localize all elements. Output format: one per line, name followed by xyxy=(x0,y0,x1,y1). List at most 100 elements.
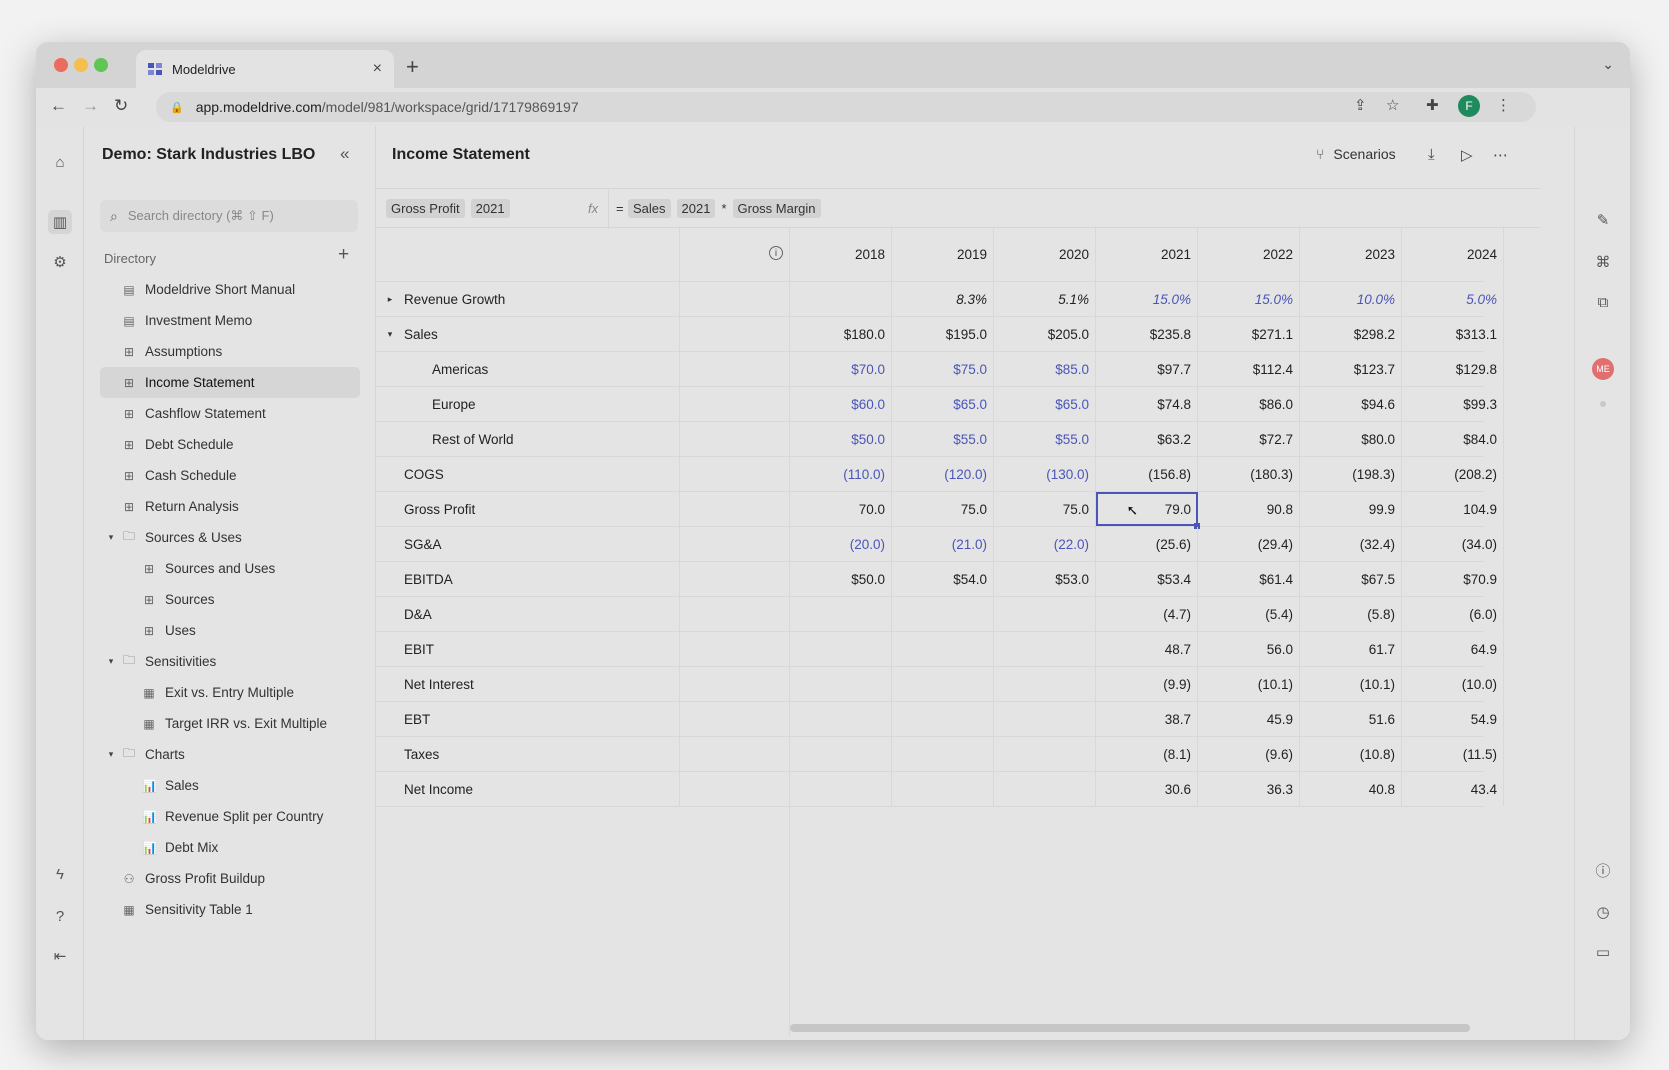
info-icon[interactable]: i xyxy=(769,246,783,260)
selected-value-cell[interactable]: 79.0 ➚ xyxy=(1096,492,1200,529)
value-cell[interactable]: $75.0 xyxy=(892,352,994,386)
value-cell[interactable]: (198.3) xyxy=(1300,457,1402,491)
value-cell[interactable]: $97.7 xyxy=(1096,352,1198,386)
value-cell[interactable] xyxy=(892,702,994,736)
value-cell[interactable]: (11.5) xyxy=(1402,737,1504,771)
year-header-cell[interactable]: 2019 xyxy=(892,228,994,281)
value-cell[interactable]: 5.1% xyxy=(994,282,1096,316)
value-cell[interactable]: $50.0 xyxy=(790,562,892,596)
row-note-cell[interactable] xyxy=(680,667,790,701)
value-cell[interactable] xyxy=(892,737,994,771)
row-label-cell[interactable]: Gross Profit xyxy=(376,492,680,526)
value-cell[interactable]: (6.0) xyxy=(1402,597,1504,631)
value-cell[interactable]: $53.0 xyxy=(994,562,1096,596)
row-note-cell[interactable] xyxy=(680,387,790,421)
value-cell[interactable]: 30.6 xyxy=(1096,772,1198,806)
value-cell[interactable]: (156.8) xyxy=(1096,457,1198,491)
sidebar-item[interactable]: ⊞ Cashflow Statement xyxy=(100,398,360,429)
value-cell[interactable] xyxy=(790,667,892,701)
address-bar[interactable]: 🔒 app.modeldrive.com/model/981/workspace… xyxy=(156,92,1536,122)
sidebar-item[interactable]: ⊞ Income Statement xyxy=(100,367,360,398)
value-cell[interactable]: 48.7 xyxy=(1096,632,1198,666)
value-cell[interactable]: 15.0% xyxy=(1198,282,1300,316)
row-note-cell[interactable] xyxy=(680,772,790,806)
comment-icon[interactable]: ▭ xyxy=(1591,940,1615,964)
sidebar-item[interactable]: ⊞ Cash Schedule xyxy=(100,460,360,491)
value-cell[interactable]: $85.0 xyxy=(994,352,1096,386)
value-cell[interactable]: (9.9) xyxy=(1096,667,1198,701)
value-cell[interactable] xyxy=(994,772,1096,806)
value-cell[interactable]: (34.0) xyxy=(1402,527,1504,561)
settings-gear-icon[interactable]: ⚙ xyxy=(48,250,72,274)
value-cell[interactable] xyxy=(790,702,892,736)
value-cell[interactable]: 15.0% xyxy=(1096,282,1198,316)
value-cell[interactable]: 61.7 xyxy=(1300,632,1402,666)
value-cell[interactable]: (25.6) xyxy=(1096,527,1198,561)
alert-icon[interactable]: ⓘ xyxy=(1591,858,1615,882)
value-cell[interactable]: $112.4 xyxy=(1198,352,1300,386)
value-cell[interactable]: $195.0 xyxy=(892,317,994,351)
value-cell[interactable] xyxy=(892,667,994,701)
value-cell[interactable] xyxy=(892,597,994,631)
value-cell[interactable]: 40.8 xyxy=(1300,772,1402,806)
row-expand-caret-icon[interactable]: ▸ xyxy=(376,294,404,305)
value-cell[interactable]: 45.9 xyxy=(1198,702,1300,736)
row-note-cell[interactable] xyxy=(680,317,790,351)
value-cell[interactable] xyxy=(892,632,994,666)
value-cell[interactable] xyxy=(892,772,994,806)
value-cell[interactable]: $72.7 xyxy=(1198,422,1300,456)
scenarios-button[interactable]: ⑂ Scenarios xyxy=(1316,146,1396,162)
maximize-window-button[interactable] xyxy=(94,58,108,72)
value-cell[interactable] xyxy=(994,702,1096,736)
value-cell[interactable]: 99.9 xyxy=(1300,492,1402,526)
year-header-cell[interactable]: 2020 xyxy=(994,228,1096,281)
value-cell[interactable]: $123.7 xyxy=(1300,352,1402,386)
value-cell[interactable]: 36.3 xyxy=(1198,772,1300,806)
value-cell[interactable]: (10.8) xyxy=(1300,737,1402,771)
more-options-icon[interactable]: ⋯ xyxy=(1493,146,1508,164)
row-note-cell[interactable] xyxy=(680,352,790,386)
sidebar-item[interactable]: ⊞ Assumptions xyxy=(100,336,360,367)
value-cell[interactable] xyxy=(994,737,1096,771)
value-cell[interactable]: (4.7) xyxy=(1096,597,1198,631)
value-cell[interactable]: 10.0% xyxy=(1300,282,1402,316)
row-label-cell[interactable]: Rest of World xyxy=(376,422,680,456)
logout-icon[interactable]: ⇤ xyxy=(48,944,72,968)
row-note-cell[interactable] xyxy=(680,492,790,526)
sidebar-item[interactable]: ▦ Sensitivity Table 1 xyxy=(100,894,360,925)
row-label-cell[interactable]: COGS xyxy=(376,457,680,491)
value-cell[interactable]: (120.0) xyxy=(892,457,994,491)
search-input[interactable]: ⌕ Search directory (⌘ ⇧ F) xyxy=(100,200,358,232)
value-cell[interactable]: (208.2) xyxy=(1402,457,1504,491)
row-label-cell[interactable]: EBT xyxy=(376,702,680,736)
sidebar-item[interactable]: ⊞ Sources xyxy=(100,584,360,615)
value-cell[interactable]: $70.9 xyxy=(1402,562,1504,596)
directory-panel-icon[interactable]: ▥ xyxy=(48,210,72,234)
value-cell[interactable]: 43.4 xyxy=(1402,772,1504,806)
value-cell[interactable]: 70.0 xyxy=(790,492,892,526)
formula-bar[interactable]: Gross Profit 2021 fx = Sales 2021 * Gros… xyxy=(376,188,1540,229)
value-cell[interactable]: $67.5 xyxy=(1300,562,1402,596)
edit-pencil-icon[interactable]: ✎ xyxy=(1591,208,1615,232)
value-cell[interactable]: 8.3% xyxy=(892,282,994,316)
minimize-window-button[interactable] xyxy=(74,58,88,72)
folder-expand-caret-icon[interactable]: ▾ xyxy=(106,532,116,543)
folder-expand-caret-icon[interactable]: ▾ xyxy=(106,749,116,760)
value-cell[interactable]: $61.4 xyxy=(1198,562,1300,596)
value-cell[interactable]: $205.0 xyxy=(994,317,1096,351)
row-label-cell[interactable]: Europe xyxy=(376,387,680,421)
bookmark-star-icon[interactable]: ☆ xyxy=(1386,96,1399,114)
row-note-cell[interactable] xyxy=(680,422,790,456)
value-cell[interactable]: (180.3) xyxy=(1198,457,1300,491)
extensions-puzzle-icon[interactable]: ✚ xyxy=(1426,96,1439,114)
value-cell[interactable]: (32.4) xyxy=(1300,527,1402,561)
value-cell[interactable]: 75.0 xyxy=(892,492,994,526)
value-cell[interactable]: $94.6 xyxy=(1300,387,1402,421)
row-label-cell[interactable]: EBIT xyxy=(376,632,680,666)
sidebar-item[interactable]: 📊 Revenue Split per Country xyxy=(100,801,360,832)
reload-icon[interactable]: ↻ xyxy=(114,96,128,116)
value-cell[interactable]: $313.1 xyxy=(1402,317,1504,351)
row-label-cell[interactable]: D&A xyxy=(376,597,680,631)
value-cell[interactable]: $80.0 xyxy=(1300,422,1402,456)
row-label-cell[interactable]: ▾ Sales xyxy=(376,317,680,351)
